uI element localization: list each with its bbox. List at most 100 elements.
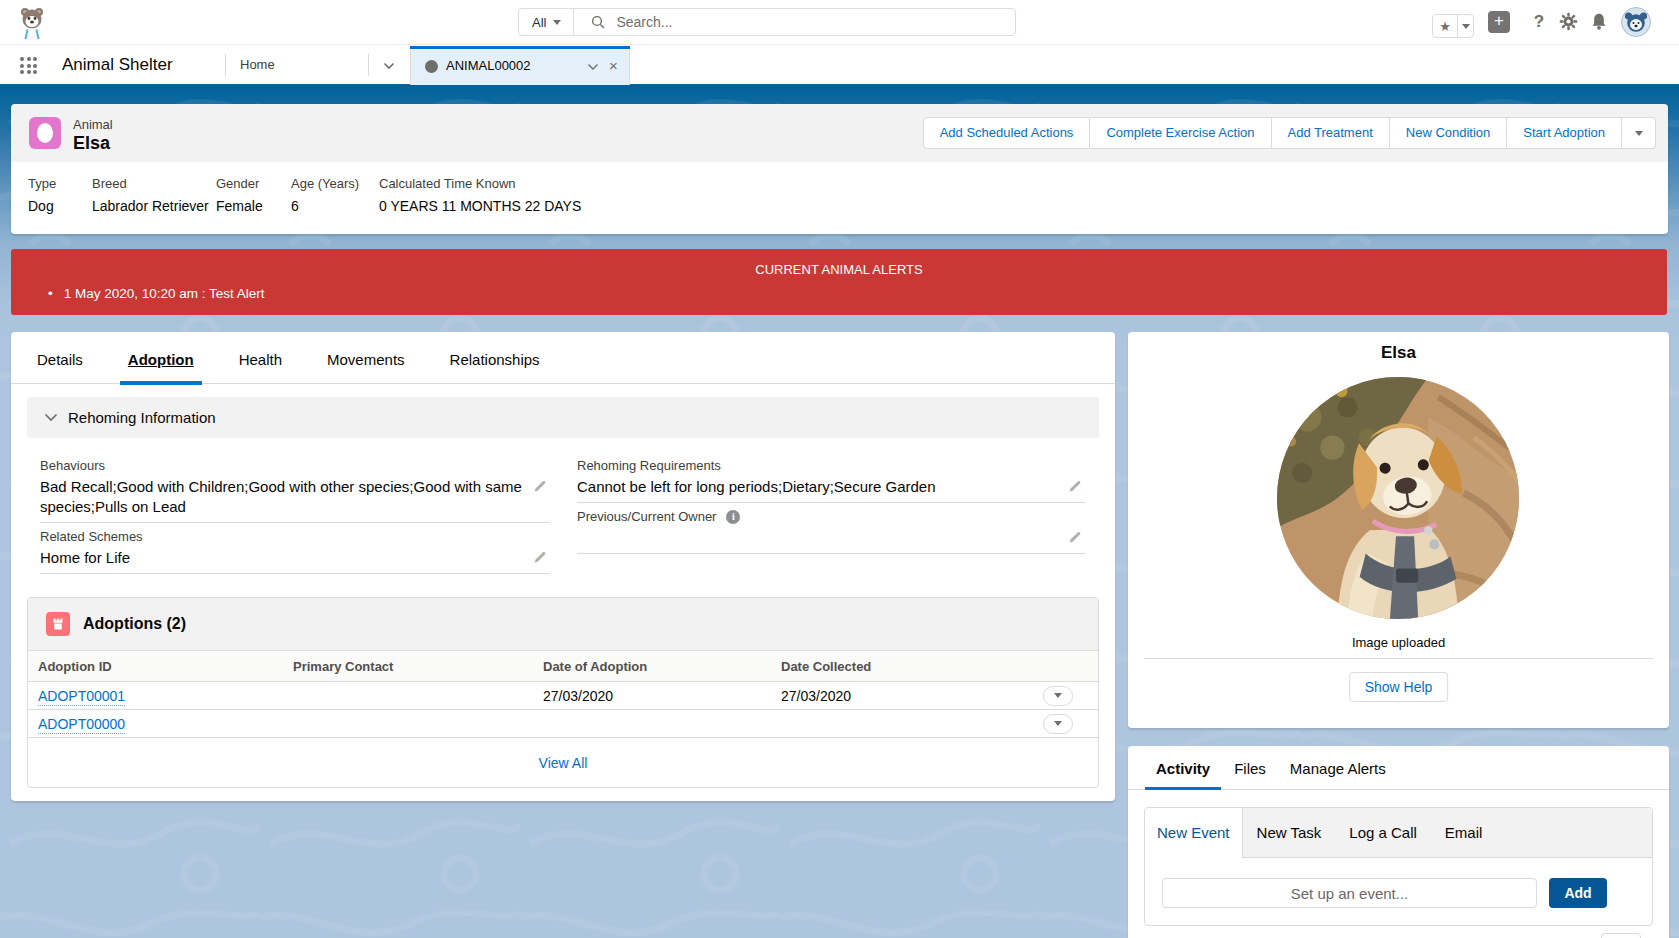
alert-text: 1 May 2020, 10:20 am : Test Alert — [64, 286, 265, 301]
search-scope-label: All — [532, 15, 546, 30]
timeline-refresh-button-partial[interactable] — [1601, 933, 1641, 938]
row1-primary-contact — [283, 682, 533, 710]
notifications-bell-icon[interactable] — [1590, 12, 1610, 32]
record-tab-close-icon[interactable]: × — [609, 46, 618, 84]
tab-health[interactable]: Health — [239, 332, 282, 384]
tab-details[interactable]: Details — [37, 332, 83, 384]
nav-home-chevron-icon[interactable] — [383, 62, 395, 70]
record-header-card: Animal Elsa Add Scheduled Actions Comple… — [11, 104, 1668, 234]
composer-tab-log-a-call[interactable]: Log a Call — [1335, 808, 1431, 858]
record-detail-tabs: Details Adoption Health Movements Relati… — [11, 332, 1115, 384]
setup-gear-icon[interactable] — [1559, 12, 1579, 32]
adoption-row-1: ADOPT00001 27/03/2020 27/03/2020 — [28, 682, 1098, 710]
row2-primary-contact — [283, 710, 533, 738]
row2-actions-dropdown-button[interactable] — [1043, 714, 1073, 734]
record-header-top: Animal Elsa Add Scheduled Actions Comple… — [11, 104, 1668, 162]
row1-date-of-adoption: 27/03/2020 — [533, 682, 771, 710]
adoptions-list-title[interactable]: Adoptions (2) — [83, 598, 186, 650]
detail-value-age: 6 — [291, 198, 359, 215]
tab-files[interactable]: Files — [1234, 746, 1266, 790]
search-scope-caret-icon — [553, 20, 561, 25]
new-condition-button[interactable]: New Condition — [1390, 117, 1508, 149]
column-header-date-of-adoption[interactable]: Date of Adoption — [533, 651, 771, 682]
record-header-details: TypeDog BreedLabrador Retriever GenderFe… — [11, 162, 1668, 234]
tab-adoption[interactable]: Adoption — [128, 332, 194, 384]
show-help-button[interactable]: Show Help — [1349, 672, 1449, 702]
field-label-rehoming-requirements: Rehoming Requirements — [577, 458, 1059, 473]
adoption-link-2[interactable]: ADOPT00000 — [38, 716, 125, 734]
nav-tab-home[interactable]: Home — [240, 45, 275, 84]
help-icon[interactable]: ? — [1529, 12, 1549, 32]
row2-date-collected — [771, 710, 1013, 738]
search-icon — [591, 15, 605, 29]
previous-owner-info-icon[interactable]: i — [726, 510, 740, 524]
view-all-link[interactable]: View All — [539, 755, 588, 771]
composer-tab-new-event[interactable]: New Event — [1145, 808, 1243, 859]
tab-activity[interactable]: Activity — [1156, 746, 1210, 790]
set-up-event-input[interactable] — [1162, 878, 1537, 908]
add-scheduled-actions-button[interactable]: Add Scheduled Actions — [923, 117, 1091, 149]
record-tab-label: ANIMAL00002 — [446, 46, 531, 84]
animal-photo — [1277, 377, 1519, 619]
detail-label-age: Age (Years) — [291, 176, 359, 191]
nav-divider-1 — [225, 54, 226, 76]
tab-movements[interactable]: Movements — [327, 332, 405, 384]
edit-rehoming-requirements-icon[interactable] — [1068, 479, 1082, 493]
detail-label-breed: Breed — [92, 176, 209, 191]
more-actions-dropdown-button[interactable] — [1622, 117, 1656, 149]
detail-value-breed: Labrador Retriever — [92, 198, 209, 215]
global-search[interactable]: All Search... — [518, 8, 1016, 36]
add-treatment-button[interactable]: Add Treatment — [1272, 117, 1390, 149]
section-chevron-icon — [44, 413, 58, 422]
alert-item: •1 May 2020, 10:20 am : Test Alert — [48, 286, 265, 301]
alert-banner-title: CURRENT ANIMAL ALERTS — [11, 262, 1667, 277]
user-avatar[interactable] — [1621, 7, 1651, 37]
field-label-previous-owner: Previous/Current Owneri — [577, 509, 1059, 524]
edit-previous-owner-icon[interactable] — [1068, 530, 1082, 544]
app-name: Animal Shelter — [62, 45, 173, 84]
detail-label-gender: Gender — [216, 176, 263, 191]
field-value-rehoming-requirements: Cannot be left for long periods;Dietary;… — [577, 477, 1059, 497]
profile-animal-name: Elsa — [1128, 343, 1669, 363]
adoptions-table-header-row: Adoption ID Primary Contact Date of Adop… — [28, 651, 1098, 682]
favorites-button[interactable]: ★ — [1432, 14, 1474, 38]
column-header-primary-contact[interactable]: Primary Contact — [283, 651, 533, 682]
adoptions-related-list: Adoptions (2) Adoption ID Primary Contac… — [27, 597, 1099, 788]
salesforce-mascot-logo[interactable] — [14, 4, 50, 40]
row2-date-of-adoption — [533, 710, 771, 738]
composer-tab-email[interactable]: Email — [1431, 808, 1497, 858]
detail-label-time-known: Calculated Time Known — [379, 176, 581, 191]
search-scope-selector[interactable]: All — [519, 9, 574, 35]
edit-behaviours-icon[interactable] — [533, 479, 547, 493]
column-header-adoption-id[interactable]: Adoption ID — [28, 651, 283, 682]
favorite-star-icon[interactable]: ★ — [1433, 15, 1458, 37]
detail-value-gender: Female — [216, 198, 263, 215]
column-header-actions — [1013, 651, 1098, 682]
rehoming-information-section-header[interactable]: Rehoming Information — [27, 397, 1099, 438]
field-value-previous-owner — [577, 528, 1059, 548]
app-launcher-waffle-icon[interactable] — [20, 57, 37, 74]
start-adoption-button[interactable]: Start Adoption — [1507, 117, 1622, 149]
detail-value-time-known: 0 YEARS 11 MONTHS 22 DAYS — [379, 198, 581, 215]
profile-card-divider — [1144, 658, 1653, 659]
composer-tab-new-task[interactable]: New Task — [1243, 808, 1336, 858]
row1-actions-dropdown-button[interactable] — [1043, 686, 1073, 706]
edit-related-schemes-icon[interactable] — [533, 550, 547, 564]
complete-exercise-action-button[interactable]: Complete Exercise Action — [1090, 117, 1271, 149]
record-tab-animal00002[interactable]: ANIMAL00002 × — [410, 46, 630, 85]
animal-profile-card: Elsa — [1128, 332, 1669, 728]
column-header-date-collected[interactable]: Date Collected — [771, 651, 1013, 682]
add-event-button[interactable]: Add — [1549, 878, 1607, 908]
favorites-dropdown[interactable] — [1458, 15, 1473, 37]
global-actions-button[interactable]: + — [1488, 11, 1510, 33]
record-entity-label: Animal — [73, 117, 113, 132]
record-name: Elsa — [73, 133, 110, 154]
adoption-link-1[interactable]: ADOPT00001 — [38, 688, 125, 706]
current-animal-alerts-banner: CURRENT ANIMAL ALERTS •1 May 2020, 10:20… — [11, 249, 1667, 315]
record-tab-chevron-icon[interactable] — [587, 63, 599, 71]
section-title: Rehoming Information — [68, 409, 216, 426]
tab-manage-alerts[interactable]: Manage Alerts — [1290, 746, 1386, 790]
tab-relationships[interactable]: Relationships — [450, 332, 540, 384]
screen: All Search... ★ + ? — [0, 0, 1679, 938]
activity-tabs: Activity Files Manage Alerts — [1128, 746, 1669, 790]
